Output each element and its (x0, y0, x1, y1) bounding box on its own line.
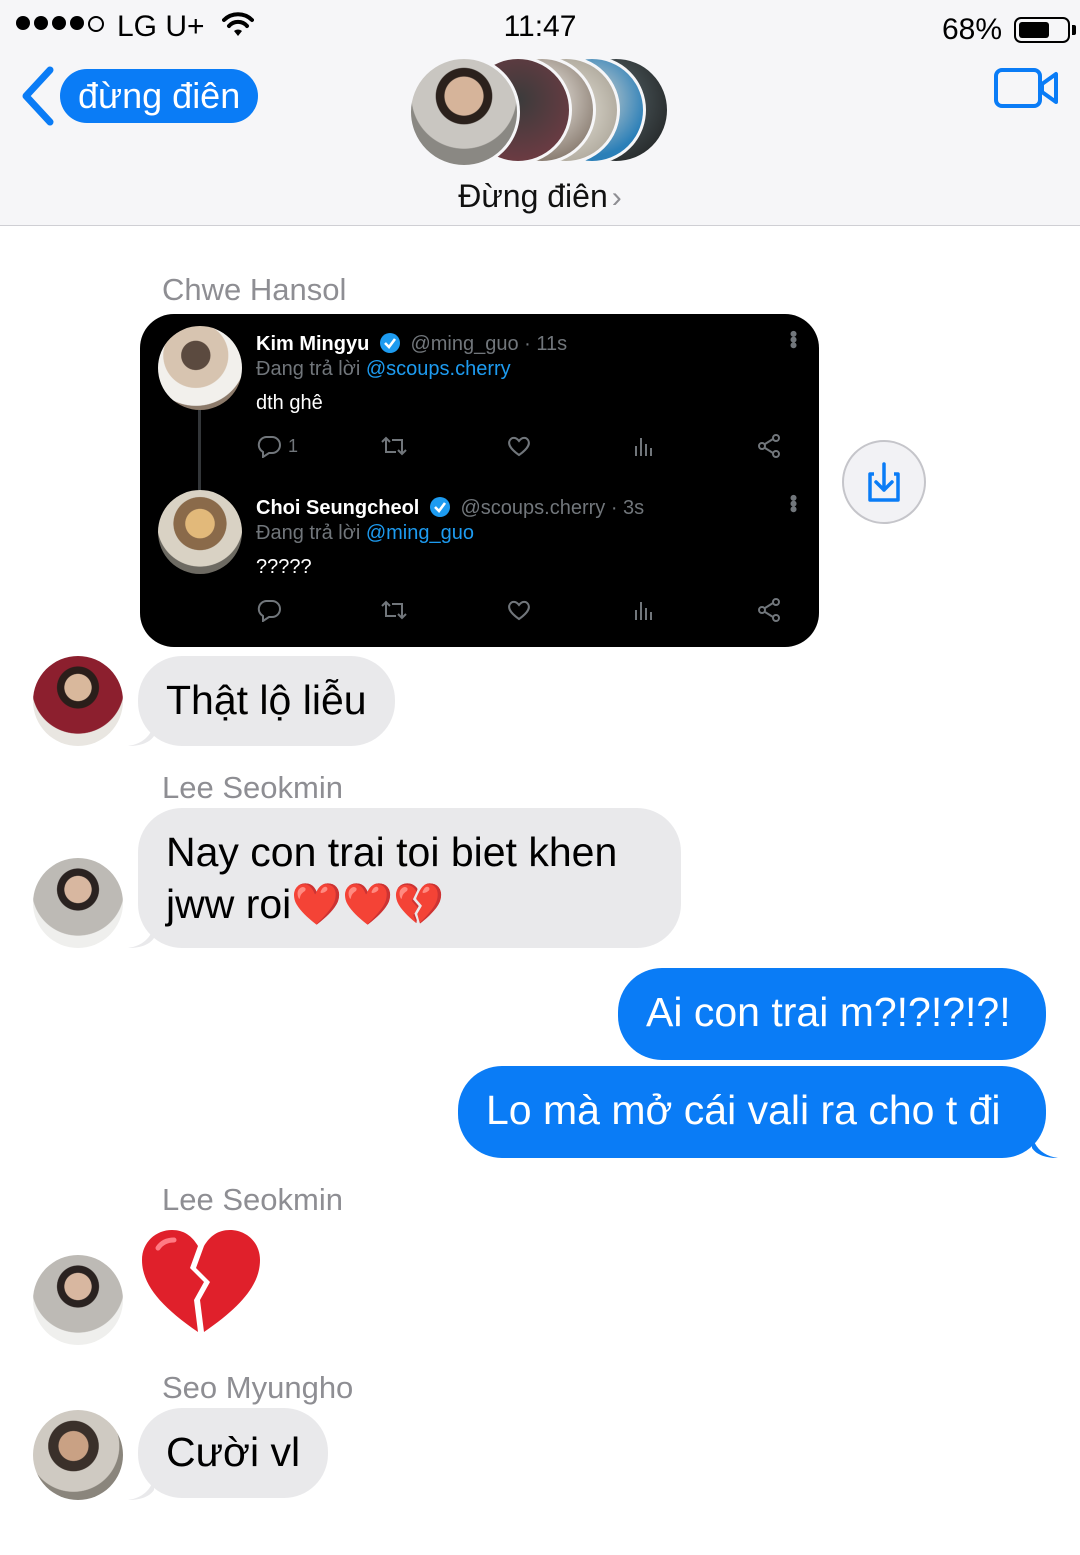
like-heart-icon (506, 598, 532, 622)
clock: 11:47 (503, 10, 577, 43)
analytics-icon (632, 434, 656, 458)
avatar[interactable] (33, 1255, 123, 1345)
verified-badge-icon (379, 333, 400, 353)
avatar[interactable] (33, 858, 123, 948)
message-text: Ai con trai m?!?!?!?! (646, 989, 1011, 1035)
sender-name: Chwe Hansol (162, 272, 347, 307)
tweet-text: dth ghê (256, 392, 323, 414)
reply-icon (256, 598, 288, 622)
tweet-reply-context: Đang trả lời @ming_guo (256, 522, 474, 545)
status-bar: LG U+ 11:47 68% (0, 8, 1080, 52)
retweet-icon (380, 434, 408, 458)
tweet-handle: @scoups.cherry · 3s (460, 497, 645, 519)
message-text: Cười vl (166, 1429, 301, 1475)
battery-icon (1014, 17, 1070, 43)
sender-name: Lee Seokmin (162, 770, 343, 805)
tweet-header: Kim Mingyu @ming_guo · 11s (256, 332, 567, 356)
tweet-author-name: Kim Mingyu (256, 333, 370, 355)
tweet-reply-context: Đang trả lời @scoups.cherry (256, 358, 511, 381)
reply-count: 1 (288, 435, 299, 456)
tweet: Choi Seungcheol @scoups.cherry · 3s Đang… (140, 478, 819, 642)
message-text: Thật lộ liễu (166, 677, 367, 723)
image-attachment[interactable]: Kim Mingyu @ming_guo · 11s Đang trả lời … (140, 314, 819, 647)
battery-percent: 68% (941, 13, 1002, 46)
mention-link: @scoups.cherry (365, 358, 511, 380)
reply-icon: 1 (256, 434, 298, 458)
mention-link: @ming_guo (365, 522, 474, 544)
avatar[interactable] (33, 656, 123, 746)
sender-name: Seo Myungho (162, 1370, 354, 1405)
group-title[interactable]: Đừng điên › (0, 178, 1080, 215)
analytics-icon (632, 598, 656, 622)
back-button[interactable]: đừng điên (18, 64, 259, 128)
tweet: Kim Mingyu @ming_guo · 11s Đang trả lời … (140, 314, 819, 478)
back-label: đừng điên (60, 69, 259, 123)
tweet-author-name: Choi Seungcheol (256, 497, 420, 519)
reply-prefix: Đang trả lời (256, 522, 361, 544)
avatar[interactable] (33, 1410, 123, 1500)
message-bubble[interactable]: Nay con trai toi biet khen jww roi❤️❤️💔 (138, 808, 681, 948)
like-heart-icon (506, 434, 532, 458)
message-text: Lo mà mở cái vali ra cho t đi (486, 1087, 1001, 1133)
message-bubble-outgoing[interactable]: Lo mà mở cái vali ra cho t đi (458, 1066, 1046, 1158)
message-bubble-outgoing[interactable]: Ai con trai m?!?!?!?! (618, 968, 1046, 1060)
tweet-text: ????? (256, 556, 312, 578)
tweet-handle: @ming_guo · 11s (410, 333, 568, 355)
download-icon (868, 462, 900, 502)
avatar (158, 326, 242, 410)
tweet-header: Choi Seungcheol @scoups.cherry · 3s (256, 496, 644, 520)
chevron-right-icon: › (611, 181, 622, 214)
message-text-line: jww roi❤️❤️💔 (166, 881, 445, 927)
share-icon (756, 598, 782, 622)
reply-prefix: Đang trả lời (256, 358, 361, 380)
share-icon (756, 434, 782, 458)
chevron-left-icon (22, 66, 54, 126)
tweet-actions (256, 598, 786, 628)
more-options-icon: ••• (781, 330, 806, 348)
message-text-line: Nay con trai toi biet khen (166, 829, 618, 875)
message-bubble[interactable]: Thật lộ liễu (138, 656, 395, 746)
member-avatar (408, 56, 520, 168)
group-avatar-stack[interactable] (408, 56, 670, 168)
video-camera-icon[interactable] (994, 66, 1060, 110)
retweet-icon (380, 598, 408, 622)
avatar (158, 490, 242, 574)
message-bubble[interactable]: Cười vl (138, 1408, 329, 1498)
sender-name: Lee Seokmin (162, 1182, 343, 1217)
group-title-text: Đừng điên (458, 178, 608, 214)
more-options-icon: ••• (781, 494, 806, 512)
broken-heart-icon[interactable] (140, 1228, 262, 1336)
navigation-header: LG U+ 11:47 68% đừng điên Đừng điên › (0, 0, 1080, 226)
verified-badge-icon (429, 497, 450, 517)
tweet-actions: 1 (256, 434, 786, 464)
save-image-button[interactable] (842, 440, 926, 524)
bubble-tail (1032, 1134, 1058, 1158)
